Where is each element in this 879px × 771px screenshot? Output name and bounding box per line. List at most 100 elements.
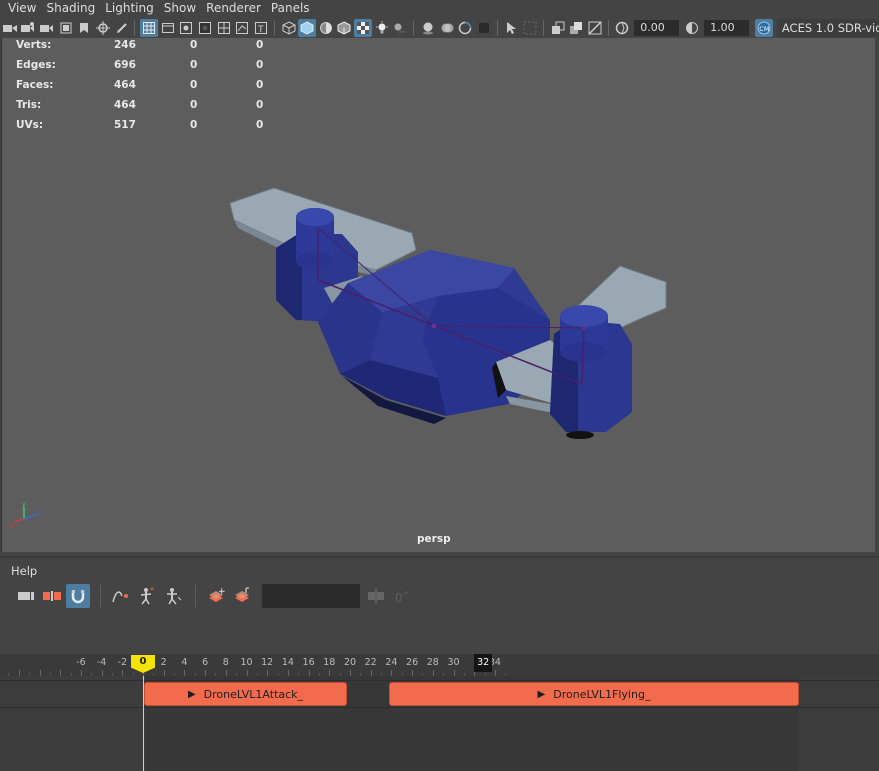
- camera-attributes-icon[interactable]: [20, 19, 38, 37]
- ruler-tick-label: 10: [240, 657, 253, 668]
- safe-title-icon[interactable]: T: [252, 19, 270, 37]
- toolbar-divider: [195, 585, 196, 607]
- ruler-tick-label: 14: [281, 657, 294, 668]
- menu-panels[interactable]: Panels: [266, 0, 315, 18]
- use-all-lights-icon[interactable]: [373, 19, 391, 37]
- toolbar-divider: [134, 20, 136, 36]
- key-mode-icon[interactable]: [109, 584, 133, 608]
- menu-renderer[interactable]: Renderer: [201, 0, 266, 18]
- grid-toggle-icon[interactable]: [140, 19, 158, 37]
- search-field[interactable]: [262, 584, 360, 608]
- track-row: ▶ DroneLVL1Attack_ ▶ DroneLVL1Flying_: [0, 682, 879, 706]
- ruler-tick-label: 22: [364, 657, 377, 668]
- gate-mask-icon[interactable]: [196, 19, 214, 37]
- svg-text:CM: CM: [759, 25, 769, 33]
- toolbar-divider: [542, 20, 544, 36]
- time-ruler[interactable]: -6 -4 -2 2 4 6 8 10 12 14 16 18 20 22 24 26 28 30 34 0 32: [0, 654, 879, 676]
- motion-blur-icon[interactable]: [438, 19, 456, 37]
- ruler-tick-label: 28: [426, 657, 439, 668]
- mute-icon[interactable]: [364, 584, 388, 608]
- play-icon: ▶: [537, 688, 546, 700]
- depth-of-field-icon[interactable]: [475, 19, 493, 37]
- select-camera-icon[interactable]: [1, 19, 19, 37]
- screen-space-ao-icon[interactable]: [419, 19, 437, 37]
- perspective-viewport[interactable]: Verts: 246 0 0 Edges: 696 0 0 Faces: 464…: [1, 38, 875, 552]
- ruler-tick-label: 26: [406, 657, 419, 668]
- snap-magnet-icon[interactable]: [66, 584, 90, 608]
- clip-track-icon[interactable]: [14, 584, 38, 608]
- gamma-field[interactable]: 1.00: [704, 20, 750, 36]
- track-divider: [0, 707, 879, 708]
- menu-help[interactable]: Help: [11, 564, 37, 578]
- exposure-icon[interactable]: [614, 19, 632, 37]
- axis-gizmo-icon: y z x: [10, 501, 44, 532]
- drone-model[interactable]: [2, 38, 875, 552]
- image-plane-icon[interactable]: [57, 19, 75, 37]
- default-material-icon[interactable]: [317, 19, 335, 37]
- clip-drone-attack[interactable]: ▶ DroneLVL1Attack_: [144, 682, 347, 706]
- sound-icon[interactable]: 0 +: [390, 584, 414, 608]
- ruler-tick-label: 2: [160, 657, 167, 668]
- layer-stack-icon[interactable]: [230, 584, 254, 608]
- ruler-tick-label: 4: [181, 657, 188, 668]
- grease-pencil-icon[interactable]: [94, 19, 112, 37]
- shadows-icon[interactable]: [391, 19, 409, 37]
- safe-action-icon[interactable]: [233, 19, 251, 37]
- menu-lighting[interactable]: Lighting: [100, 0, 159, 18]
- wireframe-icon[interactable]: [280, 19, 298, 37]
- svg-text:*: *: [150, 587, 154, 595]
- time-editor: -6 -4 -2 2 4 6 8 10 12 14 16 18 20 22 24 26 28 30 34 0 32 ▶ …: [0, 632, 879, 771]
- play-icon: ▶: [187, 688, 196, 700]
- ruler-tick-label: 12: [261, 657, 274, 668]
- xray-active-icon[interactable]: [567, 19, 585, 37]
- current-frame-marker[interactable]: 0: [131, 655, 155, 673]
- multisample-aa-icon[interactable]: [456, 19, 474, 37]
- ruler-tick-label: 16: [302, 657, 315, 668]
- clip-drone-flying[interactable]: ▶ DroneLVL1Flying_: [389, 682, 799, 706]
- gamma-icon[interactable]: [683, 19, 701, 37]
- panel-menubar: View Shading Lighting Show Renderer Pane…: [4, 0, 315, 18]
- isolate-select-icon[interactable]: [503, 19, 521, 37]
- color-space-dropdown[interactable]: ACES 1.0 SDR-video: [776, 19, 879, 37]
- clip-label: DroneLVL1Attack_: [203, 687, 304, 701]
- resolution-gate-icon[interactable]: [178, 19, 196, 37]
- film-gate-icon[interactable]: [159, 19, 177, 37]
- toolbar-divider: [496, 20, 498, 36]
- ruler-tick-label: 30: [447, 657, 460, 668]
- time-editor-tracks[interactable]: ▶ DroneLVL1Attack_ ▶ DroneLVL1Flying_: [0, 676, 879, 771]
- track-divider: [0, 680, 879, 681]
- end-frame-marker[interactable]: 32: [474, 654, 493, 672]
- playhead-line[interactable]: [143, 676, 144, 771]
- pen-icon[interactable]: [113, 19, 131, 37]
- character-pose-icon[interactable]: [161, 584, 185, 608]
- ruler-tick-label: -4: [96, 657, 107, 668]
- character-add-icon[interactable]: *: [135, 584, 159, 608]
- menu-view[interactable]: View: [4, 0, 41, 18]
- svg-text:T: T: [257, 25, 264, 34]
- clip-label: DroneLVL1Flying_: [553, 687, 651, 701]
- xray-icon[interactable]: [549, 19, 567, 37]
- menu-shading[interactable]: Shading: [41, 0, 100, 18]
- wireframe-on-shaded-icon[interactable]: [336, 19, 354, 37]
- smooth-shade-icon[interactable]: [298, 19, 316, 37]
- add-layer-icon[interactable]: +: [204, 584, 228, 608]
- backface-culling-icon[interactable]: [586, 19, 604, 37]
- ruler-tick-label: 8: [222, 657, 229, 668]
- xray-joints-icon[interactable]: [521, 19, 539, 37]
- svg-text:0: 0: [395, 591, 403, 603]
- exposure-field[interactable]: 0.00: [634, 20, 680, 36]
- bookmarks-icon[interactable]: [38, 19, 56, 37]
- field-chart-icon[interactable]: [215, 19, 233, 37]
- ruler-tick-label: 6: [202, 657, 209, 668]
- menu-show[interactable]: Show: [159, 0, 201, 18]
- ruler-tick-label: 24: [385, 657, 398, 668]
- clip-split-icon[interactable]: [40, 584, 64, 608]
- ruler-tick-label: 20: [343, 657, 357, 668]
- textured-icon[interactable]: [354, 19, 372, 37]
- ruler-tick-label: -2: [117, 657, 128, 668]
- camera-label: persp: [417, 533, 451, 545]
- color-management-icon[interactable]: CM: [755, 19, 773, 37]
- toolbar-divider: [100, 585, 101, 607]
- ruler-tick-label: 18: [323, 657, 336, 668]
- 2d-pan-zoom-icon[interactable]: [76, 19, 94, 37]
